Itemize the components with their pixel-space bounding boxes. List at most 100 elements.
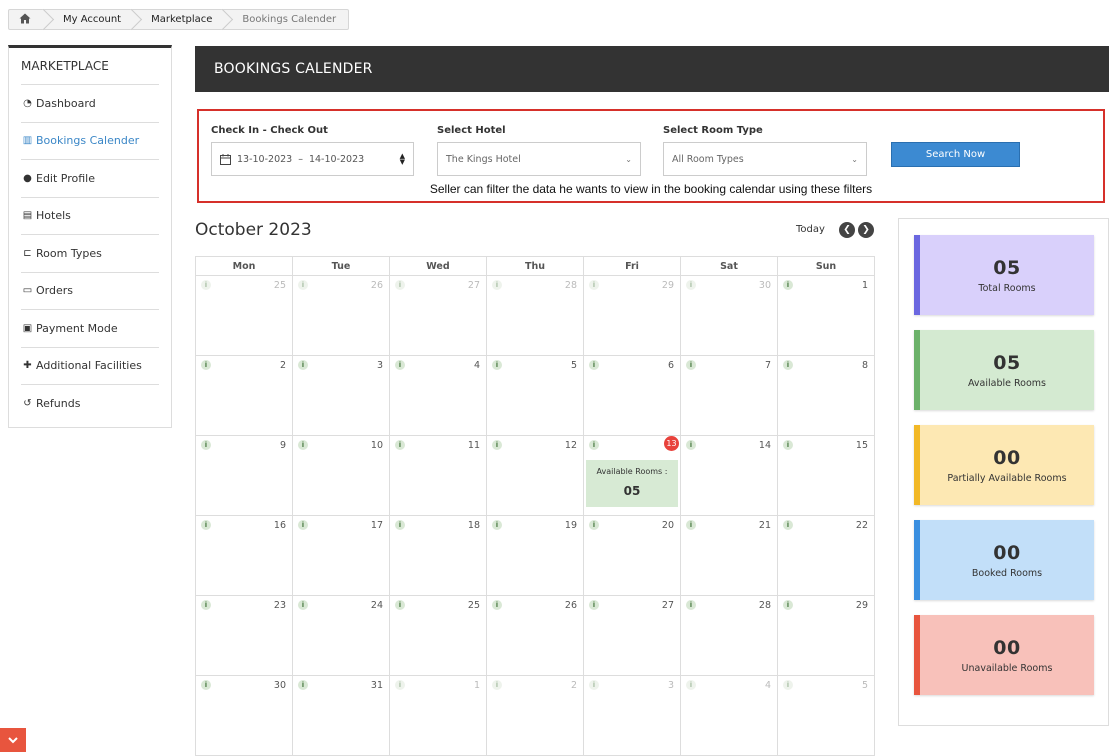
calendar-day-cell[interactable]: i 21 [680, 515, 778, 596]
info-icon[interactable]: i [395, 520, 405, 530]
info-icon[interactable]: i [201, 280, 211, 290]
calendar-day-cell[interactable]: i 31 [292, 675, 390, 756]
sidebar-item-payment-mode[interactable]: ▣ Payment Mode [21, 310, 159, 348]
info-icon[interactable]: i [298, 600, 308, 610]
info-icon[interactable]: i [492, 440, 502, 450]
info-icon[interactable]: i [492, 360, 502, 370]
info-icon[interactable]: i [589, 680, 599, 690]
sidebar-item-refunds[interactable]: ↺ Refunds [21, 385, 159, 423]
info-icon[interactable]: i [298, 680, 308, 690]
info-icon[interactable]: i [589, 280, 599, 290]
calendar-day-cell[interactable]: i 13 Available Rooms : 05 [583, 435, 681, 516]
info-icon[interactable]: i [783, 360, 793, 370]
calendar-day-cell[interactable]: i 16 [195, 515, 293, 596]
date-range-input[interactable]: 13-10-2023 – 14-10-2023 ▲ ▼ [211, 142, 414, 176]
calendar-day-cell[interactable]: i5 [777, 675, 875, 756]
info-icon[interactable]: i [395, 440, 405, 450]
hotel-select[interactable]: The Kings Hotel ⌄ [437, 142, 641, 176]
calendar-day-cell[interactable]: i 25 [195, 275, 293, 356]
info-icon[interactable]: i [395, 360, 405, 370]
calendar-day-cell[interactable]: i 26 [292, 275, 390, 356]
info-icon[interactable]: i [783, 600, 793, 610]
calendar-day-cell[interactable]: i 30 [680, 275, 778, 356]
info-icon[interactable]: i [783, 680, 793, 690]
calendar-day-cell[interactable]: i2 [486, 675, 584, 756]
next-month-button[interactable]: ❯ [858, 222, 874, 238]
calendar-day-cell[interactable]: i8 [777, 355, 875, 436]
calendar-day-cell[interactable]: i3 [583, 675, 681, 756]
search-now-button[interactable]: Search Now [891, 142, 1020, 167]
availability-box[interactable]: Available Rooms : 05 [586, 460, 678, 507]
calendar-day-cell[interactable]: i 27 [389, 275, 487, 356]
calendar-day-cell[interactable]: i 11 [389, 435, 487, 516]
sidebar-item-room-types[interactable]: ⊏ Room Types [21, 235, 159, 273]
today-button[interactable]: Today [796, 224, 825, 235]
calendar-day-cell[interactable]: i 14 [680, 435, 778, 516]
info-icon[interactable]: i [492, 280, 502, 290]
calendar-day-cell[interactable]: i2 [195, 355, 293, 436]
info-icon[interactable]: i [686, 520, 696, 530]
collapse-toggle-button[interactable] [0, 728, 26, 752]
info-icon[interactable]: i [492, 600, 502, 610]
sidebar-item-hotels[interactable]: ▤ Hotels [21, 198, 159, 235]
info-icon[interactable]: i [201, 360, 211, 370]
info-icon[interactable]: i [298, 520, 308, 530]
calendar-day-cell[interactable]: i 17 [292, 515, 390, 596]
sidebar-item-additional-facilities[interactable]: ✚ Additional Facilities [21, 348, 159, 385]
info-icon[interactable]: i [783, 440, 793, 450]
calendar-day-cell[interactable]: i 29 [777, 595, 875, 676]
info-icon[interactable]: i [298, 280, 308, 290]
calendar-day-cell[interactable]: i 29 [583, 275, 681, 356]
breadcrumb-home[interactable] [9, 8, 55, 31]
info-icon[interactable]: i [589, 520, 599, 530]
info-icon[interactable]: i [201, 600, 211, 610]
calendar-day-cell[interactable]: i 27 [583, 595, 681, 676]
info-icon[interactable]: i [783, 280, 793, 290]
calendar-day-cell[interactable]: i9 [195, 435, 293, 516]
calendar-day-cell[interactable]: i 12 [486, 435, 584, 516]
calendar-day-cell[interactable]: i 24 [292, 595, 390, 676]
info-icon[interactable]: i [395, 680, 405, 690]
info-icon[interactable]: i [492, 520, 502, 530]
info-icon[interactable]: i [298, 360, 308, 370]
room-type-select[interactable]: All Room Types ⌄ [663, 142, 867, 176]
info-icon[interactable]: i [298, 440, 308, 450]
breadcrumb-marketplace[interactable]: Marketplace [133, 8, 234, 31]
sidebar-item-dashboard[interactable]: ◔ Dashboard [21, 85, 159, 123]
info-icon[interactable]: i [686, 360, 696, 370]
info-icon[interactable]: i [589, 600, 599, 610]
sidebar-item-bookings-calender[interactable]: ▥ Bookings Calender [21, 123, 159, 160]
info-icon[interactable]: i [686, 600, 696, 610]
calendar-day-cell[interactable]: i 30 [195, 675, 293, 756]
calendar-day-cell[interactable]: i 23 [195, 595, 293, 676]
info-icon[interactable]: i [686, 280, 696, 290]
calendar-day-cell[interactable]: i3 [292, 355, 390, 436]
info-icon[interactable]: i [395, 600, 405, 610]
info-icon[interactable]: i [686, 440, 696, 450]
calendar-day-cell[interactable]: i4 [389, 355, 487, 436]
info-icon[interactable]: i [395, 280, 405, 290]
info-icon[interactable]: i [783, 520, 793, 530]
calendar-day-cell[interactable]: i 18 [389, 515, 487, 596]
info-icon[interactable]: i [686, 680, 696, 690]
calendar-day-cell[interactable]: i1 [389, 675, 487, 756]
calendar-day-cell[interactable]: i 28 [486, 275, 584, 356]
calendar-day-cell[interactable]: i 20 [583, 515, 681, 596]
info-icon[interactable]: i [201, 440, 211, 450]
calendar-day-cell[interactable]: i 10 [292, 435, 390, 516]
calendar-day-cell[interactable]: i 25 [389, 595, 487, 676]
calendar-day-cell[interactable]: i5 [486, 355, 584, 436]
info-icon[interactable]: i [492, 680, 502, 690]
calendar-day-cell[interactable]: i6 [583, 355, 681, 436]
info-icon[interactable]: i [201, 520, 211, 530]
breadcrumb-my-account[interactable]: My Account [45, 8, 143, 31]
calendar-day-cell[interactable]: i 19 [486, 515, 584, 596]
sidebar-item-orders[interactable]: ▭ Orders [21, 273, 159, 310]
calendar-day-cell[interactable]: i 28 [680, 595, 778, 676]
calendar-day-cell[interactable]: i 26 [486, 595, 584, 676]
prev-month-button[interactable]: ❮ [839, 222, 855, 238]
calendar-day-cell[interactable]: i7 [680, 355, 778, 436]
info-icon[interactable]: i [201, 680, 211, 690]
calendar-day-cell[interactable]: i4 [680, 675, 778, 756]
calendar-day-cell[interactable]: i1 [777, 275, 875, 356]
